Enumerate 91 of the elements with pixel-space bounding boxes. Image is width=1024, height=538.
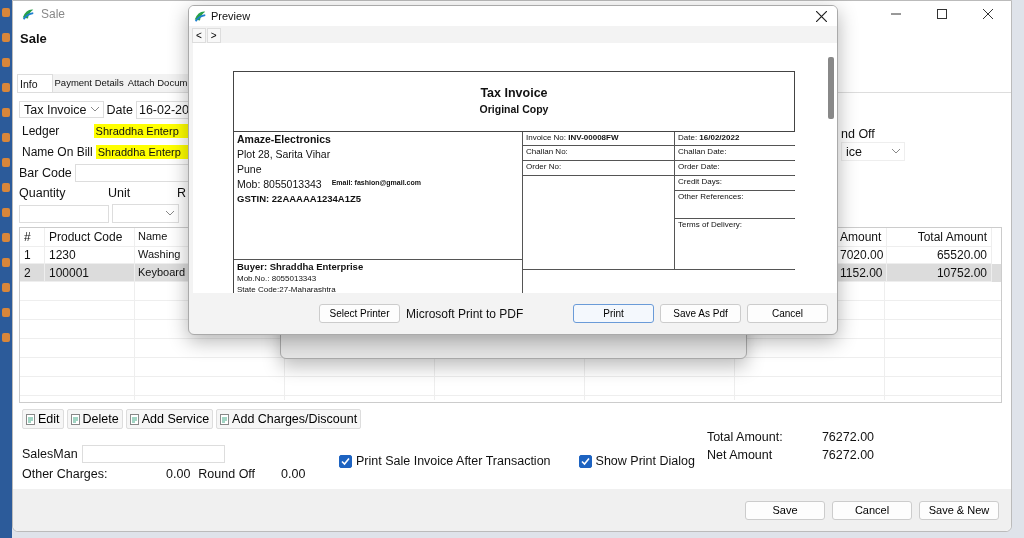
invoice-title: Tax Invoice — [479, 86, 549, 100]
ledger-field[interactable]: Shraddha Enterp — [93, 123, 189, 138]
item-button[interactable]: Delete — [66, 409, 123, 429]
total-value: 76272.00 — [821, 448, 875, 464]
round-off-label: Round Off — [198, 466, 256, 481]
select-printer-button[interactable]: Select Printer — [319, 304, 400, 323]
app-icon[interactable] — [2, 133, 10, 142]
seller-address: Plot 28, Sarita Vihar — [237, 148, 332, 160]
tab[interactable]: Info — [17, 74, 53, 92]
round-off-value: 0.00 — [281, 466, 306, 481]
column-header: # — [20, 228, 45, 247]
page-nav-button[interactable]: < — [192, 28, 206, 43]
quantity-label: Quantity — [19, 186, 67, 200]
item-button[interactable]: Edit — [22, 409, 64, 429]
total-value: 76272.00 — [821, 430, 875, 446]
page-nav-button[interactable]: > — [206, 28, 221, 43]
name-on-bill-field[interactable]: Shraddha Enterp — [95, 144, 189, 159]
window-title: Sale — [41, 6, 66, 21]
dialog-button[interactable]: Cancel — [747, 304, 828, 323]
unit-label: Unit — [108, 186, 132, 200]
checkbox[interactable]: Show Print Dialog — [578, 454, 695, 470]
rate-label: R — [177, 186, 187, 200]
ledger-label: Ledger — [21, 123, 61, 138]
caret-icon — [90, 107, 99, 112]
invoice-field: Order No: — [526, 162, 562, 171]
dialog-title: Preview — [211, 10, 252, 22]
app-icon[interactable] — [2, 283, 10, 292]
salesman-field[interactable] — [81, 444, 225, 463]
app-icon[interactable] — [2, 83, 10, 92]
item-button[interactable]: Add Service — [125, 409, 214, 429]
item-button[interactable]: Add Charges/Discount — [216, 409, 362, 429]
dialog-button[interactable]: Print — [573, 304, 654, 323]
invoice-subtitle: Original Copy — [478, 103, 550, 115]
column-header: Product Code — [45, 228, 135, 247]
total-label: Total Amount: — [706, 430, 784, 446]
document-icon — [70, 413, 81, 425]
quantity-field[interactable] — [19, 204, 109, 223]
bar-code-field[interactable] — [74, 163, 189, 182]
bar-code-label: Bar Code — [19, 165, 72, 180]
voucher-type-dropdown[interactable]: Tax Invoice — [19, 101, 104, 118]
seller-mobile: Mob: 8055013343 — [237, 178, 322, 190]
check-icon — [341, 457, 350, 466]
other-charges-label: Other Charges: — [22, 466, 109, 481]
invoice-field: Other References: — [678, 192, 744, 201]
document-icon — [26, 413, 36, 425]
other-charges-value: 0.00 — [166, 466, 191, 481]
dialog-button[interactable]: Save As Pdf — [660, 304, 741, 323]
caret-icon — [166, 211, 174, 216]
table-cell: 10752.00 — [887, 264, 992, 282]
column-header: Total Amount — [887, 228, 992, 247]
total-label: Net Amount — [706, 448, 774, 464]
round-off-dropdown[interactable]: ice — [841, 142, 905, 161]
seller-gstin: GSTIN: 22AAAAA1234A1Z5 — [237, 193, 363, 204]
logo-icon — [193, 9, 207, 23]
round-off-label: nd Off — [841, 127, 876, 141]
table-cell: 2 — [20, 264, 45, 282]
footer-button[interactable]: Cancel — [832, 500, 912, 520]
checkbox[interactable]: Print Sale Invoice After Transaction — [339, 454, 551, 470]
app-icon[interactable] — [2, 58, 10, 67]
tab[interactable]: Attach Docum — [125, 74, 190, 92]
app-icon[interactable] — [2, 233, 10, 242]
app-icon[interactable] — [2, 208, 10, 217]
date-label: Date — [106, 102, 133, 117]
printer-name: Microsoft Print to PDF — [406, 306, 524, 321]
scrollbar-thumb[interactable] — [828, 57, 834, 119]
seller-address: Pune — [237, 163, 263, 175]
app-icon[interactable] — [2, 33, 10, 42]
footer-button[interactable]: Save — [745, 500, 825, 520]
page-heading: Sale — [20, 31, 47, 46]
buyer-state: State Code:27-Maharashtra — [237, 285, 337, 293]
document-icon — [220, 413, 231, 425]
salesman-label: SalesMan — [22, 446, 78, 461]
seller-name: Amaze-Electronics — [237, 133, 332, 145]
app-icon[interactable] — [2, 333, 10, 342]
unit-dropdown[interactable] — [112, 204, 179, 223]
app-icon[interactable] — [2, 108, 10, 117]
caret-icon — [892, 149, 900, 154]
invoice-field: Terms of Delivery: — [678, 220, 742, 229]
app-icon[interactable] — [2, 8, 10, 17]
app-icon[interactable] — [2, 258, 10, 267]
footer-button[interactable]: Save & New — [919, 500, 999, 520]
check-icon — [580, 457, 590, 466]
close-icon[interactable] — [816, 10, 827, 22]
table-cell: 100001 — [45, 264, 135, 282]
tab[interactable]: Payment Details — [52, 74, 126, 92]
document-icon — [129, 413, 140, 425]
name-on-bill-label: Name On Bill — [21, 144, 93, 159]
app-icon[interactable] — [2, 158, 10, 167]
invoice-field: Challan No: — [526, 147, 568, 156]
app-icon[interactable] — [2, 308, 10, 317]
app-icon[interactable] — [2, 183, 10, 192]
